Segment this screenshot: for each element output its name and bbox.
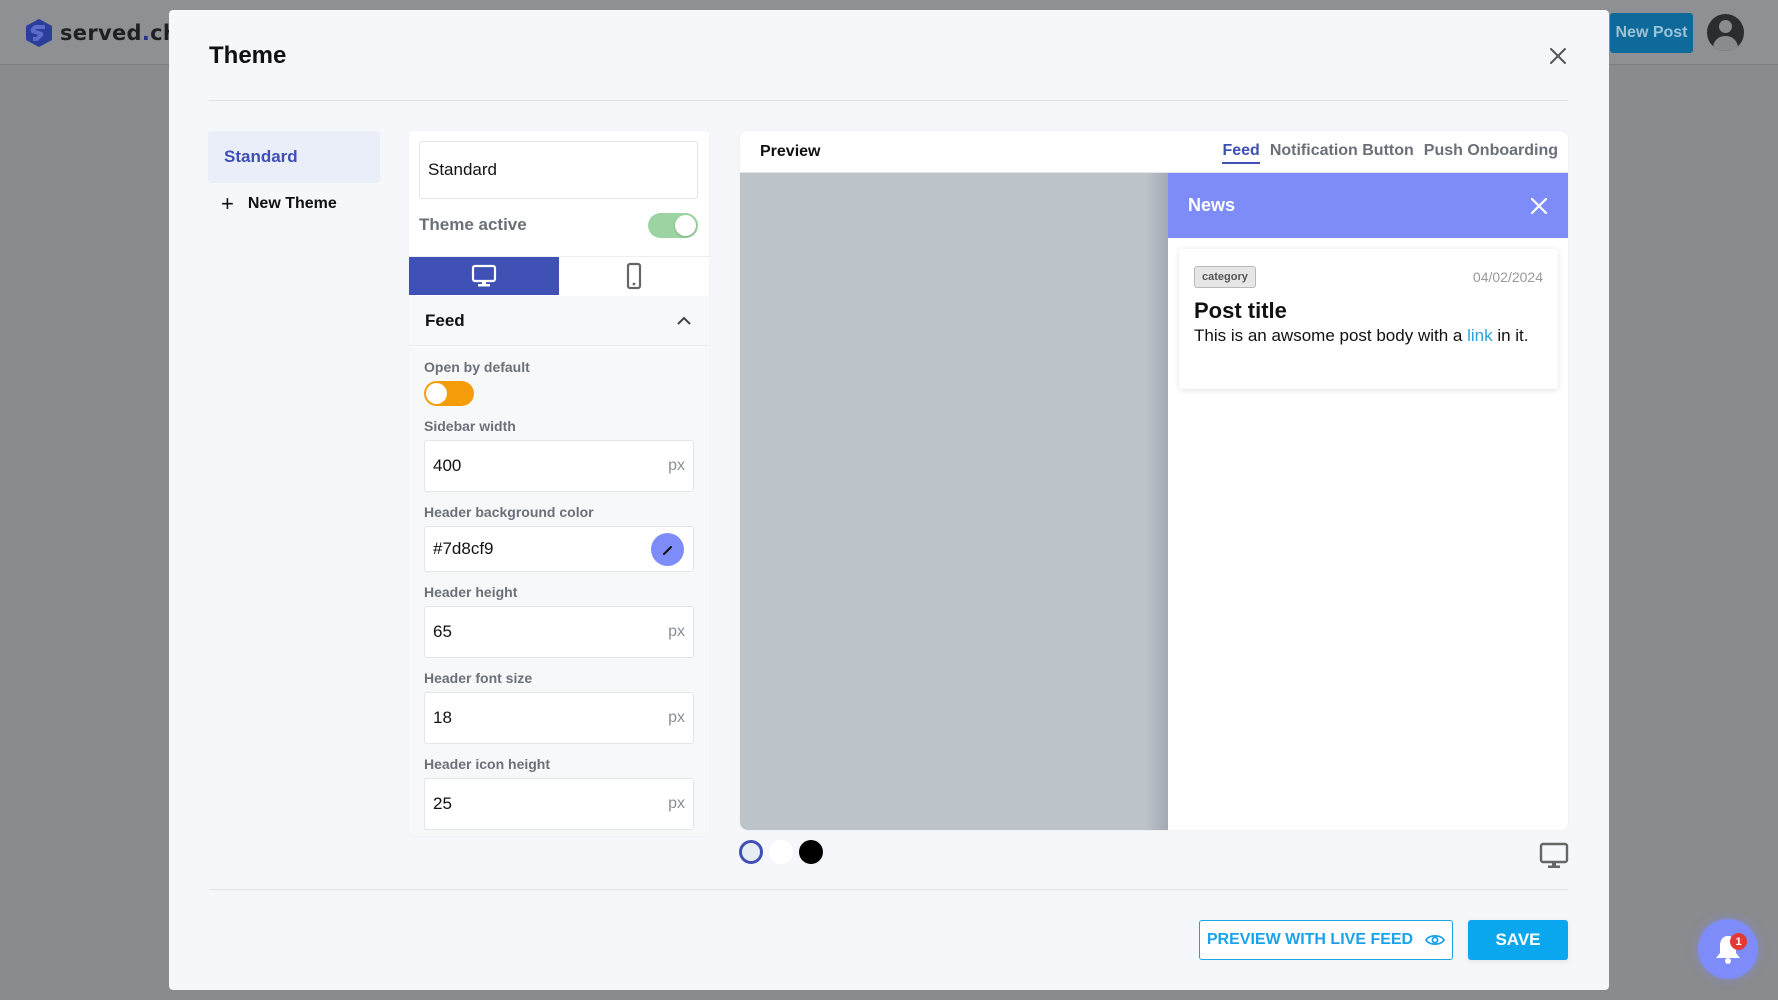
eye-icon	[1425, 934, 1446, 946]
header-height-field: px	[424, 606, 694, 658]
header-font-size-input[interactable]	[425, 693, 645, 743]
tab-desktop[interactable]	[409, 257, 559, 295]
header-bg-color-input[interactable]	[425, 527, 625, 571]
theme-name-input[interactable]	[419, 141, 698, 199]
served-logo[interactable]: served.ch	[24, 18, 178, 48]
new-post-button[interactable]: New Post	[1610, 13, 1693, 53]
feed-settings-fields: Open by default Sidebar width px Header …	[409, 347, 709, 836]
preview-panel: Preview Feed Notification Button Push On…	[740, 131, 1568, 830]
unit-label: px	[668, 709, 685, 726]
theme-list-item-standard[interactable]: Standard	[208, 131, 380, 183]
post-card[interactable]: category 04/02/2024 Post title This is a…	[1179, 249, 1558, 389]
preview-header: Preview Feed Notification Button Push On…	[740, 131, 1568, 173]
preview-background-selector	[739, 840, 823, 864]
category-badge: category	[1194, 266, 1256, 288]
save-button[interactable]: SAVE	[1468, 920, 1568, 960]
tab-feed[interactable]: Feed	[1222, 142, 1260, 164]
user-avatar-icon[interactable]	[1707, 14, 1744, 51]
feed-section-header[interactable]: Feed	[409, 296, 709, 346]
theme-modal: Theme Standard + New Theme Theme active	[169, 10, 1609, 990]
tab-notification-button[interactable]: Notification Button	[1270, 142, 1414, 164]
footer-divider	[209, 889, 1568, 890]
header-icon-height-label: Header icon height	[424, 756, 551, 772]
color-picker-button[interactable]	[651, 533, 684, 566]
notification-bell-button[interactable]: 1	[1698, 919, 1758, 979]
header-font-size-label: Header font size	[424, 670, 533, 686]
monitor-icon	[471, 264, 497, 287]
open-by-default-label: Open by default	[424, 359, 530, 375]
smartphone-icon	[626, 262, 642, 290]
post-title: Post title	[1194, 298, 1287, 323]
header-bg-color-label: Header background color	[424, 504, 594, 520]
modal-title: Theme	[209, 42, 287, 69]
unit-label: px	[668, 457, 685, 474]
feed-header-title: News	[1188, 195, 1236, 215]
sidebar-width-field: px	[424, 440, 694, 492]
header-icon-height-field: px	[424, 778, 694, 830]
post-link[interactable]: link	[1467, 326, 1493, 345]
chevron-up-icon	[677, 316, 691, 325]
new-theme-label: New Theme	[247, 195, 337, 212]
header-height-label: Header height	[424, 584, 518, 600]
unit-label: px	[668, 623, 685, 640]
background-option-black[interactable]	[799, 840, 823, 864]
theme-active-toggle[interactable]	[648, 212, 698, 238]
header-bg-color-field	[424, 526, 694, 572]
header-icon-height-input[interactable]	[425, 779, 645, 829]
header-divider	[209, 100, 1568, 101]
preview-live-feed-label: PREVIEW WITH LIVE FEED	[1206, 931, 1414, 948]
header-height-input[interactable]	[425, 607, 645, 657]
tab-push-onboarding[interactable]: Push Onboarding	[1424, 142, 1558, 164]
device-tabs	[409, 256, 709, 295]
unit-label: px	[668, 795, 685, 812]
post-body: This is an awsome post body with a link …	[1194, 326, 1529, 345]
background-option-white[interactable]	[769, 840, 793, 864]
feed-header: News	[1168, 173, 1568, 238]
header-font-size-field: px	[424, 692, 694, 744]
plus-icon: +	[221, 191, 234, 216]
theme-active-label: Theme active	[419, 215, 527, 234]
theme-settings-panel: Theme active Feed	[409, 131, 709, 836]
new-theme-button[interactable]: + New Theme	[221, 193, 337, 215]
preview-live-feed-button[interactable]: PREVIEW WITH LIVE FEED	[1199, 920, 1453, 960]
sidebar-width-input[interactable]	[425, 441, 645, 491]
tab-mobile[interactable]	[559, 257, 709, 295]
preview-title: Preview	[760, 143, 821, 160]
theme-item-label: Standard	[224, 147, 298, 166]
preview-page-backdrop	[740, 173, 1168, 830]
sidebar-width-label: Sidebar width	[424, 418, 516, 434]
eyedropper-icon	[662, 545, 672, 555]
feed-sidebar-preview: News category 04/02/2024 Post title This…	[1168, 173, 1568, 830]
served-logo-icon	[26, 19, 52, 47]
notification-badge: 1	[1730, 933, 1747, 950]
logo-text: served.ch	[60, 21, 179, 45]
close-icon[interactable]	[1528, 195, 1550, 217]
preview-tabs: Feed Notification Button Push Onboarding	[1222, 142, 1558, 164]
feed-section-title: Feed	[425, 310, 465, 330]
theme-active-row: Theme active	[419, 211, 698, 239]
post-date: 04/02/2024	[1472, 269, 1543, 285]
background-option-transparent[interactable]	[739, 840, 763, 864]
close-icon[interactable]	[1546, 44, 1570, 68]
monitor-icon[interactable]	[1538, 840, 1570, 872]
open-by-default-toggle[interactable]	[424, 381, 474, 406]
